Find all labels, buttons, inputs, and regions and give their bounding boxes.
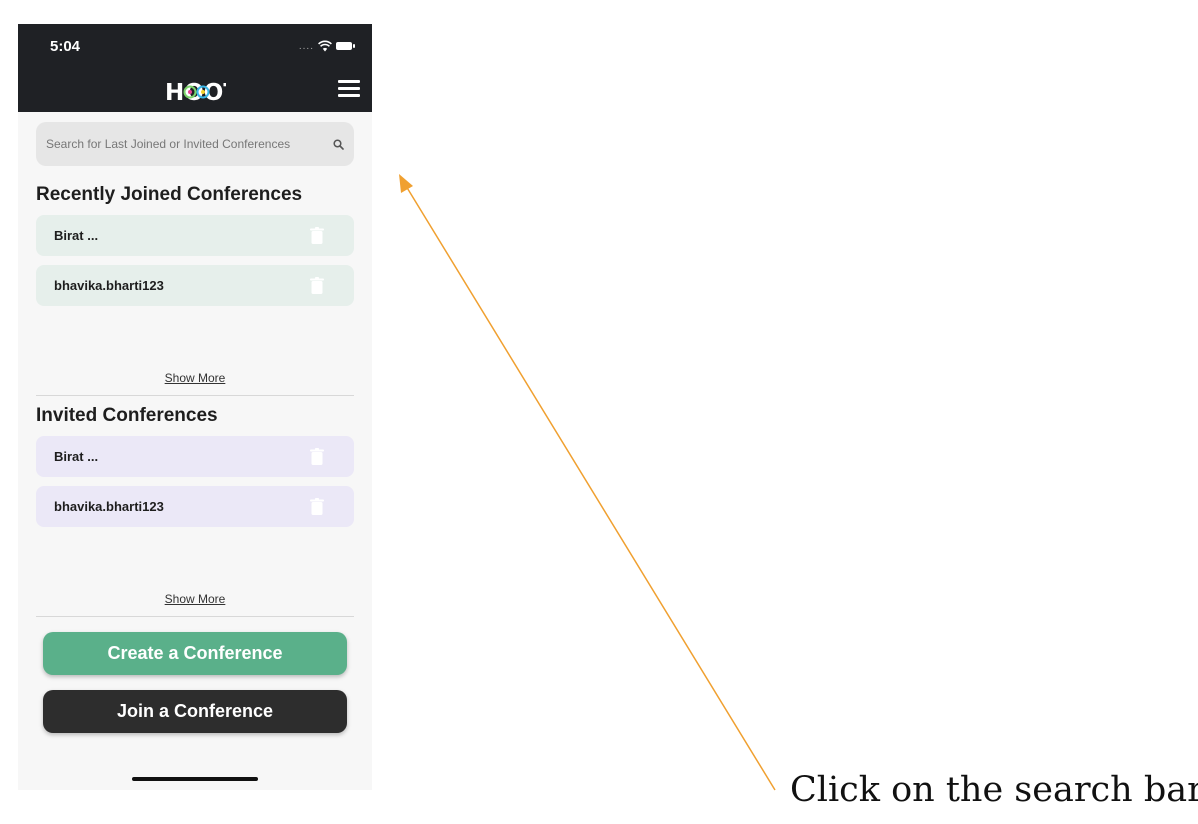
instruction-caption: Click on the search bar xyxy=(790,770,1198,810)
annotation-arrow xyxy=(399,174,776,791)
